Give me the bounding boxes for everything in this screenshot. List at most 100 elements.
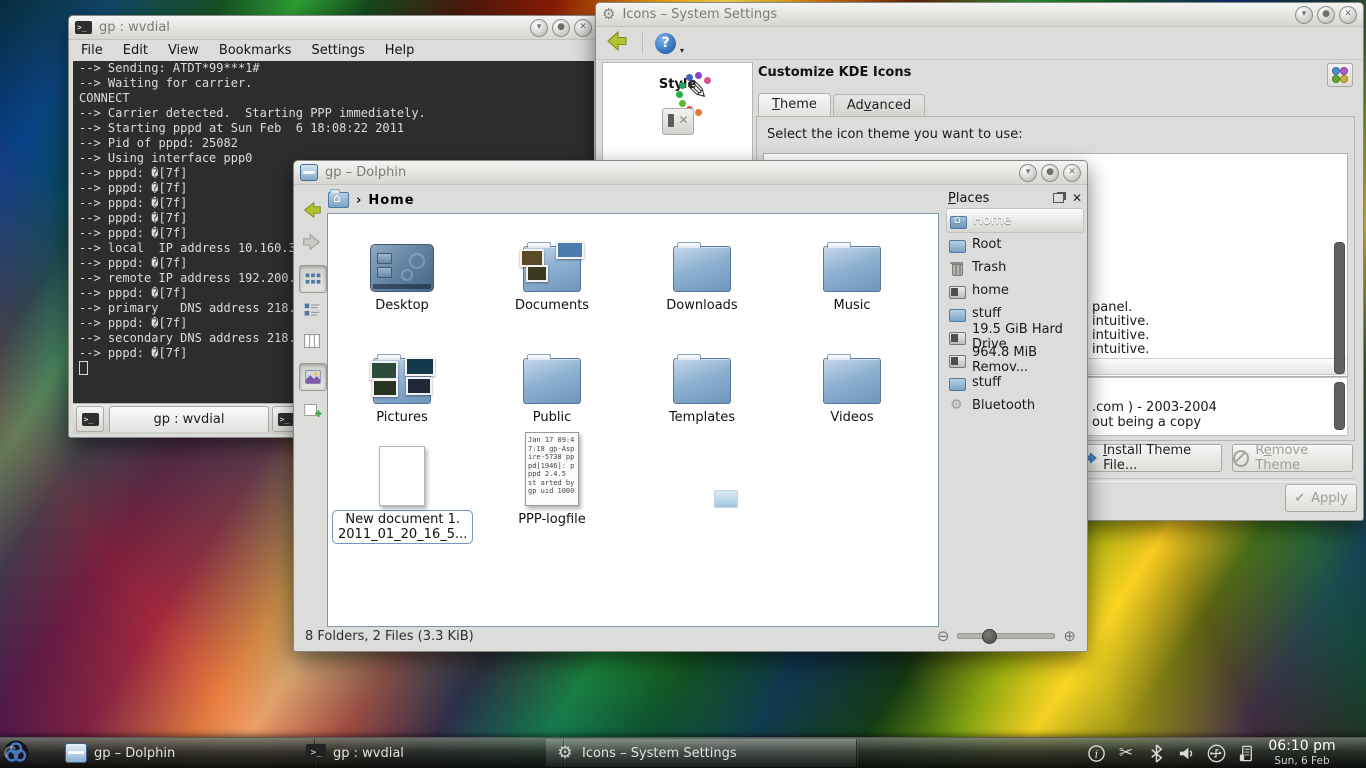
breadcrumb-separator-icon: › [356,193,361,208]
file-item[interactable]: Templates [632,334,772,425]
folder-icon [673,246,731,292]
theme-list-row[interactable]: intuitive. [1092,314,1149,329]
close-panel-icon[interactable]: ✕ [1072,191,1082,205]
zoom-out-icon[interactable]: ⊖ [937,629,950,644]
place-home[interactable]: home [946,279,1084,302]
select-theme-label: Select the icon theme you want to use: [767,127,1023,142]
drive-icon [949,353,966,367]
minimize-button[interactable]: ▾ [530,19,548,37]
maximize-button[interactable]: ● [552,19,570,37]
tab-advanced[interactable]: Advanced [833,94,925,116]
help-button[interactable]: ? [655,33,676,54]
place-label: Home [973,213,1011,228]
columns-view-icon[interactable] [299,328,325,354]
list-scrollbar[interactable] [1334,242,1345,374]
file-item[interactable]: New document 1.2011_01_20_16_5... [332,436,472,544]
icons-view-icon[interactable] [299,265,327,293]
konsole-titlebar[interactable]: >_ gp : wvdial ▾ ● ✕ [69,16,598,40]
menu-settings[interactable]: Settings [311,43,364,58]
breadcrumb-home[interactable]: Home [368,193,414,208]
apply-button[interactable]: ✔ Apply [1285,484,1357,512]
minimize-button[interactable]: ▾ [1019,164,1037,182]
dolphin-titlebar[interactable]: gp – Dolphin ▾ ● ✕ [294,161,1087,185]
folder-icon [949,307,966,321]
split-add-icon[interactable] [299,397,325,423]
theme-list-row[interactable]: panel. [1092,300,1132,315]
file-item[interactable]: Downloads [632,222,772,313]
close-button[interactable]: ✕ [1063,164,1081,182]
file-item[interactable]: Music [782,222,922,313]
photo-thumb [526,265,548,282]
menu-file[interactable]: File [81,43,103,58]
close-button[interactable]: ✕ [574,19,592,37]
close-button[interactable]: ✕ [1339,6,1357,24]
file-item[interactable]: Jan 17 09:4 7:18 gp-Asp ire-5738 pp pd[1… [482,436,622,527]
folder-view[interactable]: Desktop DocumentsDownloadsMusic PicturesPu… [327,213,939,627]
overview-button[interactable] [1327,63,1353,87]
maximize-button[interactable]: ● [1041,164,1059,182]
place-trash[interactable]: Trash [946,256,1084,279]
printer-icon[interactable] [1236,743,1256,763]
trash-icon [949,261,966,275]
file-label: Desktop [375,298,429,313]
sidebar-item-label: Style [603,77,752,92]
status-bar: 8 Folders, 2 Files (3.3 KiB) ⊖ ⊕ [297,624,1084,648]
menu-edit[interactable]: Edit [123,43,148,58]
zoom-in-icon[interactable]: ⊕ [1063,629,1076,644]
photo-thumb [556,241,584,259]
place-home[interactable]: Home [946,208,1084,233]
remove-theme-button[interactable]: Remove Theme [1232,444,1353,472]
file-item[interactable]: Videos [782,334,922,425]
back-arrow-icon[interactable] [299,197,325,223]
info-icon[interactable]: i [1086,743,1106,763]
place-bluetooth[interactable]: Bluetooth [946,394,1084,417]
file-item[interactable]: Public [482,334,622,425]
float-panel-icon[interactable] [1053,193,1064,203]
tab-theme[interactable]: Theme [758,93,831,116]
maximize-button[interactable]: ● [1317,6,1335,24]
details-view-icon[interactable] [299,297,325,323]
workspace-icon[interactable]: ✕ [662,108,694,135]
zoom-slider[interactable] [957,633,1055,639]
bluetooth-icon[interactable] [1146,743,1166,763]
theme-list-row[interactable]: intuitive. [1092,342,1149,357]
dolphin-window: gp – Dolphin ▾ ● ✕ › Home Desktop Documen… [293,160,1088,652]
file-label: PPP-logfile [518,512,586,527]
minimize-button[interactable]: ▾ [1295,6,1313,24]
forward-arrow-icon[interactable] [299,229,325,255]
chevron-down-icon[interactable]: ▾ [680,46,684,55]
install-theme-button[interactable]: Install Theme File... [1083,444,1222,472]
home-folder-icon[interactable] [328,192,349,208]
back-button[interactable] [604,30,630,56]
task-gear[interactable]: ⚙Icons – System Settings [546,739,857,767]
usb-icon[interactable] [1206,743,1226,763]
konsole-title: gp : wvdial [99,20,170,35]
file-item[interactable]: Desktop [332,222,472,313]
file-item[interactable]: Pictures [332,334,472,425]
terminal-icon: >_ [82,413,99,426]
sidebar-item-style[interactable]: ✎ Style [603,63,752,92]
preview-icon[interactable] [299,363,327,391]
description-scrollbar[interactable] [1334,382,1345,430]
menu-bookmarks[interactable]: Bookmarks [219,43,292,58]
place-964-8-mib-remov-[interactable]: 964.8 MiB Remov... [946,348,1084,371]
svg-text:i: i [1094,746,1098,760]
volume-icon[interactable] [1176,743,1196,763]
place-root[interactable]: Root [946,233,1084,256]
theme-description-line: .com ) - 2003-2004 [1092,400,1217,415]
zoom-slider-handle[interactable] [982,629,997,644]
menu-view[interactable]: View [168,43,199,58]
terminal-line: CONNECT [73,91,594,106]
clock[interactable]: 06:10 pm Sun, 6 Feb [1262,739,1342,768]
theme-list-row[interactable]: intuitive. [1092,328,1149,343]
menu-help[interactable]: Help [385,43,415,58]
detach-tab-button[interactable]: >_ [76,406,104,432]
system-settings-titlebar[interactable]: ⚙ Icons – System Settings ▾ ● ✕ [596,3,1363,27]
task-dolphin[interactable]: gp – Dolphin [56,739,315,767]
file-item[interactable]: Documents [482,222,622,313]
konsole-tab[interactable]: gp : wvdial [109,406,269,432]
terminal-line: --> Pid of pppd: 25082 [73,136,594,151]
task-terminal[interactable]: >_gp : wvdial [297,739,564,767]
terminal-line: --> Carrier detected. Starting PPP immed… [73,106,594,121]
scissors-icon[interactable]: ✂ [1116,743,1136,763]
